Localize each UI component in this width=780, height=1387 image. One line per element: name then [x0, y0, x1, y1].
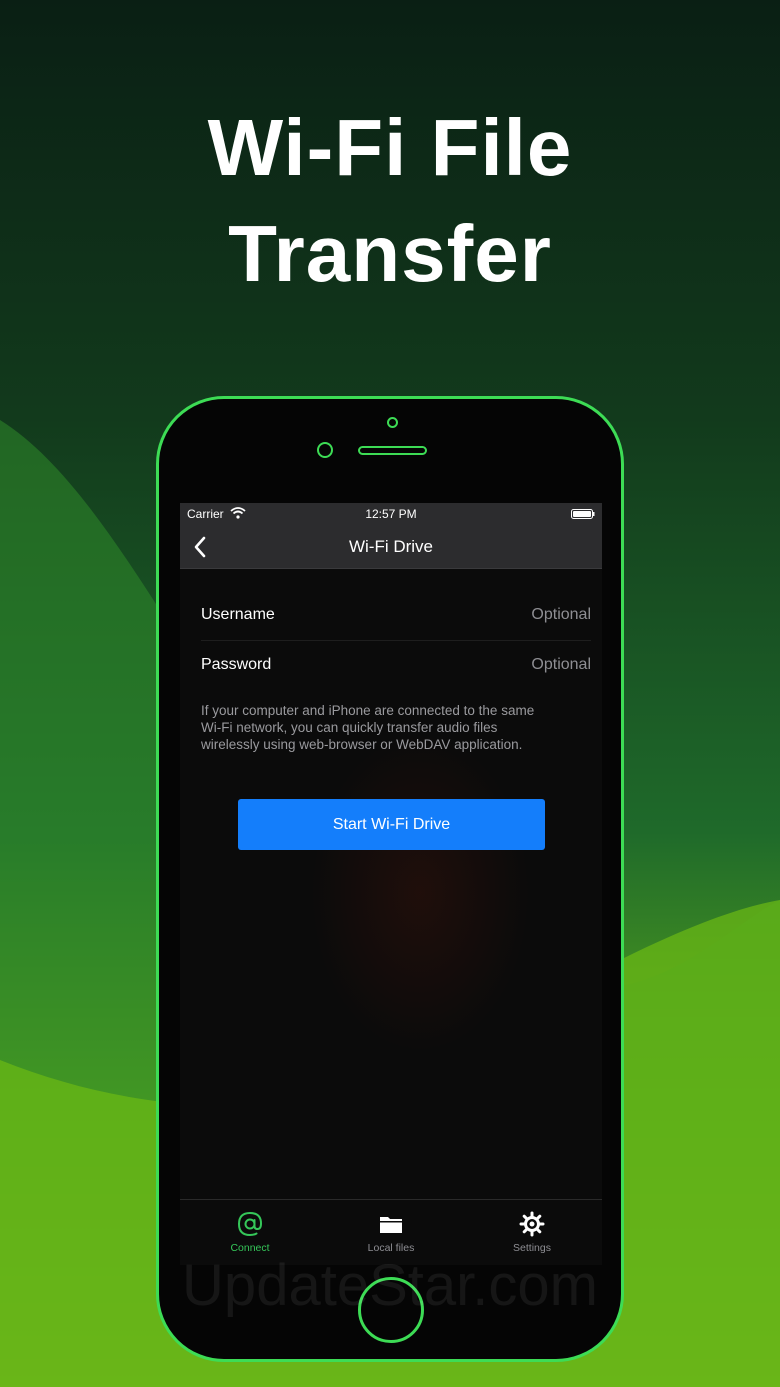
username-row: Username: [201, 591, 591, 639]
username-label: Username: [201, 606, 275, 623]
password-input[interactable]: [371, 651, 591, 679]
status-time: 12:57 PM: [365, 507, 417, 521]
headline-line-2: Transfer: [228, 209, 552, 298]
headline-line-1: Wi-Fi File: [207, 103, 573, 192]
password-label: Password: [201, 656, 272, 673]
nav-title: Wi-Fi Drive: [348, 537, 434, 556]
background-glow: [310, 733, 530, 1053]
info-line-3: wirelessly using web-browser or WebDAV a…: [201, 737, 523, 752]
gear-icon: [519, 1211, 545, 1237]
battery-icon: [571, 509, 595, 519]
navigation-bar: Wi-Fi Drive: [180, 525, 602, 569]
password-row: Password: [201, 640, 591, 688]
at-sign-icon: [237, 1211, 263, 1237]
info-text: If your computer and iPhone are connecte…: [201, 702, 581, 753]
start-wifi-drive-button[interactable]: Start Wi-Fi Drive: [238, 799, 545, 850]
phone-frame: Carrier 12:57 PM Wi-Fi Drive Username Op…: [156, 396, 624, 1362]
info-line-2: Wi-Fi network, you can quickly transfer …: [201, 720, 498, 735]
phone-screen: Carrier 12:57 PM Wi-Fi Drive Username Op…: [180, 503, 602, 1265]
proximity-sensor: [317, 442, 333, 458]
folder-icon: [380, 1217, 402, 1233]
status-bar: Carrier 12:57 PM: [180, 503, 602, 525]
earpiece-speaker: [358, 446, 427, 455]
front-camera: [387, 417, 398, 428]
watermark: UpdateStar.com: [182, 1253, 598, 1318]
info-line-1: If your computer and iPhone are connecte…: [201, 703, 535, 718]
username-input[interactable]: [371, 601, 591, 629]
